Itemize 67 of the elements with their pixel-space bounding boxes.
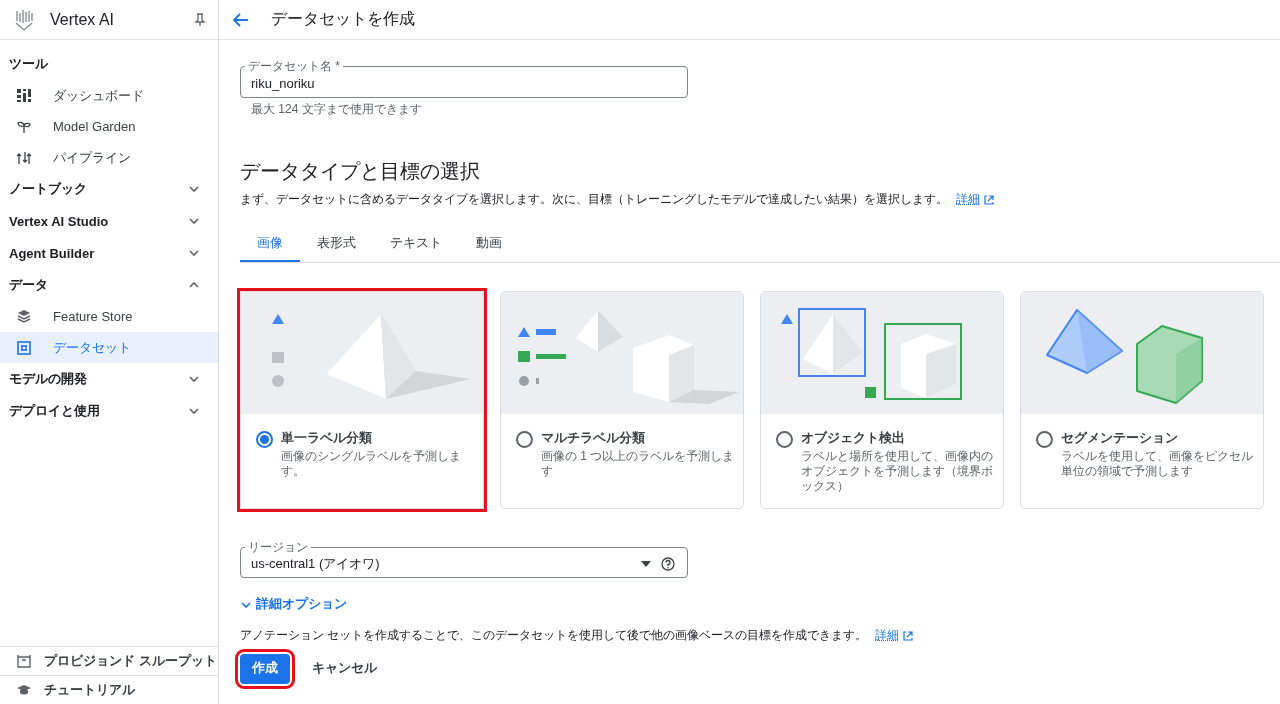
external-link-icon bbox=[983, 194, 994, 205]
chevron-down-icon bbox=[188, 183, 200, 195]
dropdown-field[interactable]: リージョン us-central1 (アイオワ) bbox=[240, 541, 688, 578]
cancel-button[interactable]: キャンセル bbox=[300, 653, 389, 684]
learn-more-link[interactable]: 詳細 bbox=[956, 191, 994, 208]
page-title: データセットを作成 bbox=[271, 9, 415, 29]
nav-section[interactable]: モデルの開発 bbox=[0, 363, 218, 395]
radio-button[interactable] bbox=[776, 431, 793, 448]
option-description: 画像のシングルラベルを予測します。 bbox=[281, 449, 462, 479]
option-description: ラベルと場所を使用して、画像内のオブジェクトを予測します（境界ボックス） bbox=[801, 449, 994, 494]
option-card[interactable]: セグメンテーション ラベルを使用して、画像をピクセル単位の領域で予測します bbox=[1020, 291, 1264, 509]
nav-section[interactable]: データ bbox=[0, 269, 218, 301]
pin-icon[interactable] bbox=[194, 12, 206, 27]
helper-text: 最大 124 文字まで使用できます bbox=[251, 101, 423, 118]
logo-icon bbox=[14, 8, 34, 31]
description-text: まず、データセットに含めるデータタイプを選択します。次に、目標（トレーニングしたモデルで達成したい結果）を選択します。 bbox=[240, 191, 948, 208]
learn-more-link[interactable]: 詳細 bbox=[875, 626, 914, 644]
dropdown-arrow-icon bbox=[641, 561, 651, 567]
option-card[interactable]: マルチラベル分類 画像の 1 つ以上のラベルを予測します bbox=[500, 291, 744, 509]
option-title: セグメンテーション bbox=[1061, 430, 1179, 447]
dashboard-icon bbox=[16, 87, 32, 104]
pipeline-icon bbox=[16, 149, 32, 166]
option-card[interactable]: 単一ラベル分類 画像のシングルラベルを予測します。 bbox=[240, 291, 484, 509]
nav-item[interactable]: プロビジョンド スループット bbox=[0, 646, 218, 675]
chevron-down-icon bbox=[188, 405, 200, 417]
option-title: オブジェクト検出 bbox=[801, 430, 906, 447]
nav-section[interactable]: ツール bbox=[0, 48, 218, 80]
external-link-icon bbox=[902, 629, 914, 641]
option-description: 画像の 1 つ以上のラベルを予測します bbox=[541, 449, 735, 479]
nav-item[interactable]: チュートリアル bbox=[0, 675, 218, 704]
radio-button[interactable] bbox=[516, 431, 533, 448]
nav-section[interactable]: Vertex AI Studio bbox=[0, 205, 218, 237]
radio-button[interactable] bbox=[1036, 431, 1053, 448]
nav-item[interactable]: データセット bbox=[0, 332, 218, 363]
nav-item[interactable]: Model Garden bbox=[0, 111, 218, 142]
tab[interactable]: 画像 bbox=[240, 226, 300, 262]
field-label: リージョン bbox=[247, 541, 309, 554]
tray-icon bbox=[16, 653, 32, 669]
tab[interactable]: 動画 bbox=[459, 226, 519, 262]
radio-button[interactable] bbox=[256, 431, 273, 448]
nav-section[interactable]: Agent Builder bbox=[0, 237, 218, 269]
grid-icon bbox=[16, 339, 32, 356]
option-description: ラベルを使用して、画像をピクセル単位の領域で予測します bbox=[1061, 449, 1254, 479]
option-title: 単一ラベル分類 bbox=[281, 430, 373, 447]
tab[interactable]: テキスト bbox=[373, 226, 459, 262]
nav-section[interactable]: デプロイと使用 bbox=[0, 395, 218, 427]
layers-icon bbox=[16, 308, 32, 325]
chevron-down-icon bbox=[188, 373, 200, 385]
nav-item[interactable]: ダッシュボード bbox=[0, 80, 218, 111]
nav-section[interactable]: ノートブック bbox=[0, 173, 218, 205]
section-heading: データタイプと目標の選択 bbox=[240, 159, 481, 184]
field-label: データセット名 * bbox=[247, 60, 341, 73]
field-value: us-central1 (アイオワ) bbox=[251, 555, 381, 573]
help-icon[interactable] bbox=[661, 557, 675, 571]
tab[interactable]: 表形式 bbox=[300, 226, 373, 262]
product-name: Vertex AI bbox=[50, 10, 116, 29]
field-value: riku_noriku bbox=[251, 76, 315, 91]
chevron-down-icon bbox=[188, 247, 200, 259]
option-card[interactable]: オブジェクト検出 ラベルと場所を使用して、画像内のオブジェクトを予測します（境界ボックス） bbox=[760, 291, 1004, 509]
nav-item[interactable]: パイプライン bbox=[0, 142, 218, 173]
back-arrow-icon[interactable] bbox=[233, 12, 249, 27]
text-field[interactable]: データセット名 * riku_noriku bbox=[240, 60, 688, 98]
chevron-down-icon bbox=[188, 215, 200, 227]
expand-toggle[interactable]: 詳細オプション bbox=[240, 596, 347, 613]
info-text: アノテーション セットを作成することで、このデータセットを使用して後で他の画像ベースの目標を作成できます。 bbox=[240, 626, 868, 644]
option-title: マルチラベル分類 bbox=[541, 430, 646, 447]
nav-item[interactable]: Feature Store bbox=[0, 301, 218, 332]
